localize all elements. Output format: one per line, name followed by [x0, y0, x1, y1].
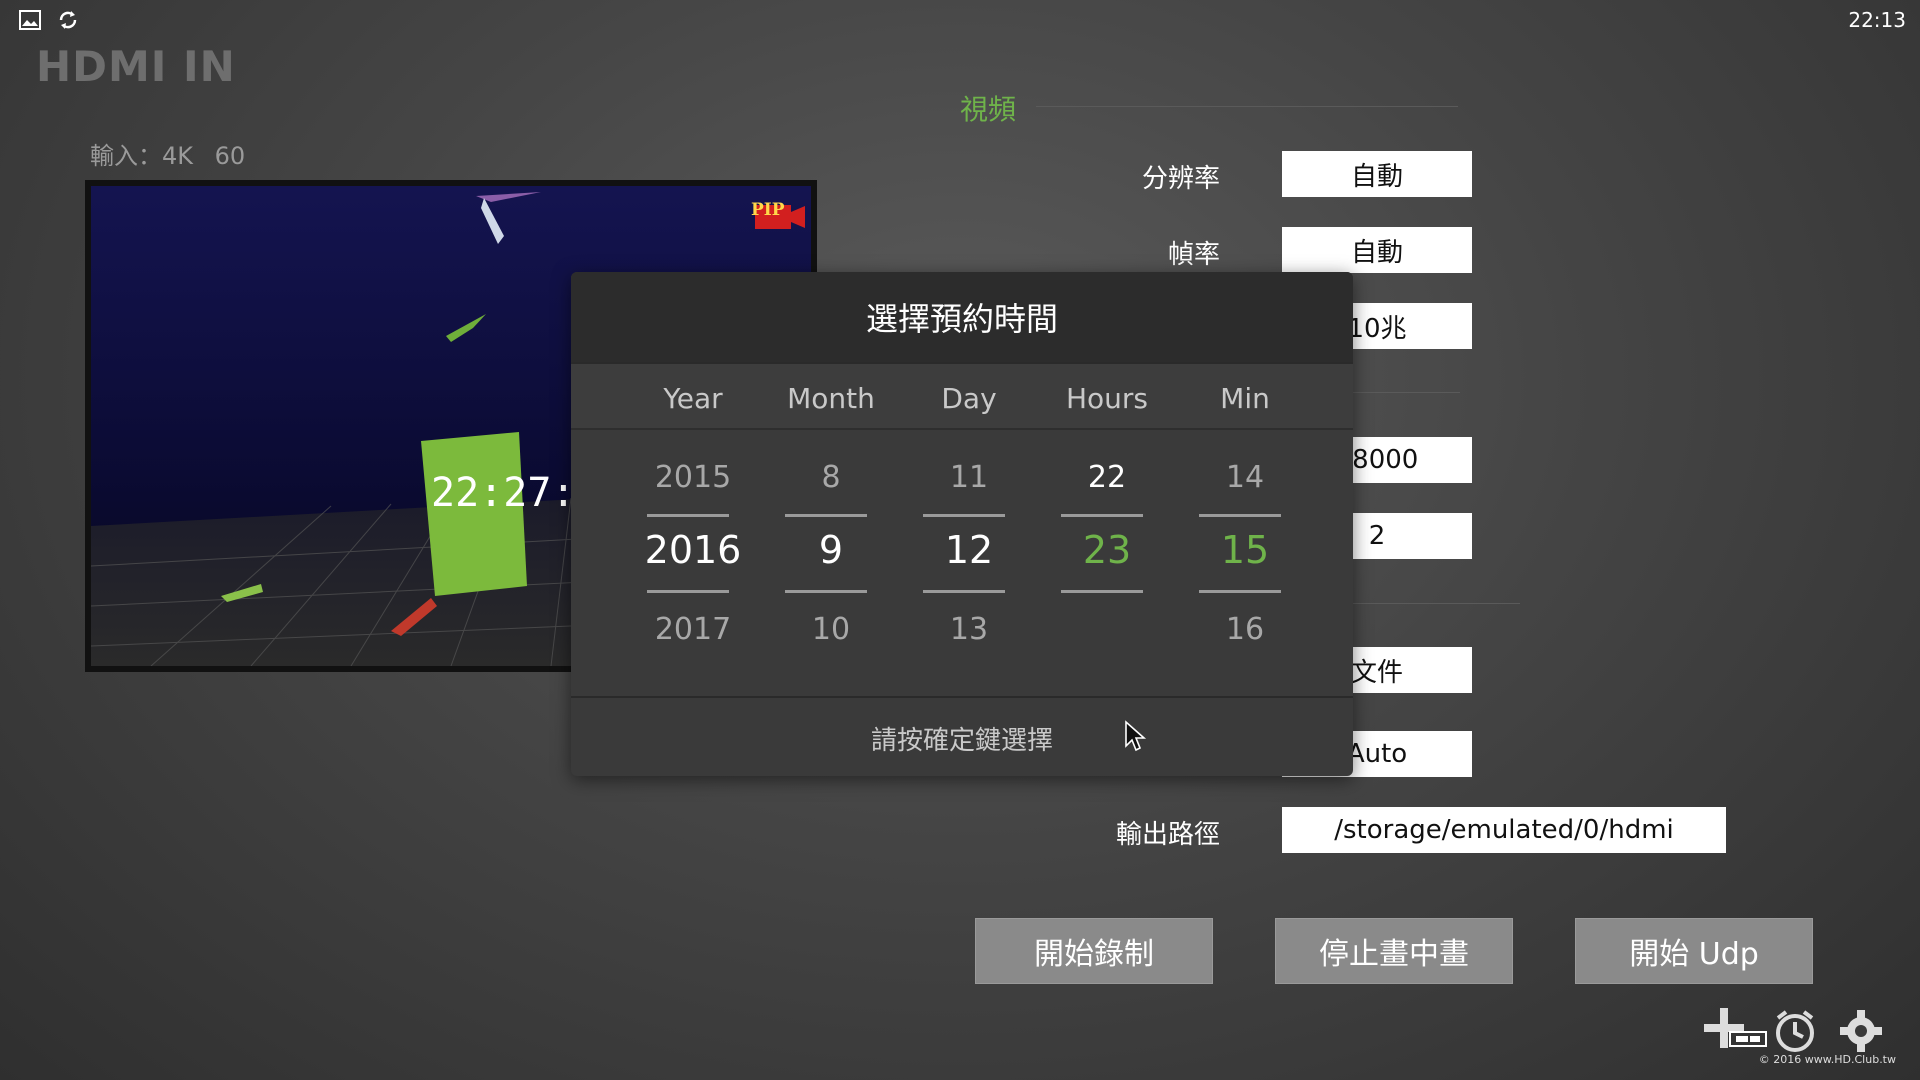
month-current[interactable]: 9 [762, 528, 900, 572]
column-min-header: Min [1220, 382, 1270, 415]
selection-line [1061, 514, 1143, 517]
selection-line [923, 590, 1005, 593]
output-path-label: 輸出路徑 [1115, 820, 1220, 850]
month-next[interactable]: 10 [762, 612, 900, 647]
schedule-time-dialog: 選擇預約時間 Year Month Day Hours Min 2015 201… [571, 272, 1353, 776]
year-wheel[interactable]: 2015 2016 2017 [624, 428, 762, 666]
day-next[interactable]: 13 [900, 612, 1038, 647]
resolution-label: 分辨率 [1141, 164, 1220, 194]
section-divider [1350, 392, 1460, 393]
month-wheel[interactable]: 8 9 10 [762, 428, 900, 666]
resolution-field[interactable]: 自動 [1282, 151, 1472, 197]
year-current[interactable]: 2016 [624, 528, 762, 572]
min-wheel[interactable]: 14 15 16 [1176, 428, 1314, 666]
day-current[interactable]: 12 [900, 528, 1038, 572]
gear-icon[interactable] [1838, 1008, 1884, 1058]
preview-clock-text: 22:27: [431, 470, 576, 516]
column-month-header: Month [787, 382, 875, 415]
dialog-footer-hint: 請按確定鍵選擇 [571, 696, 1353, 776]
selection-line [1199, 590, 1281, 593]
selection-line [785, 590, 867, 593]
hours-wheel[interactable]: 22 23 [1038, 428, 1176, 666]
input-fps: 60 [214, 142, 246, 170]
section-divider [1036, 106, 1458, 107]
column-year-header: Year [663, 382, 723, 415]
sync-icon [56, 8, 80, 32]
selection-line [923, 514, 1005, 517]
pip-badge: PIP [749, 198, 805, 229]
day-wheel[interactable]: 11 12 13 [900, 428, 1038, 666]
selection-line [647, 590, 729, 593]
section-divider [1350, 603, 1520, 604]
frame-rate-label: 幀率 [1167, 240, 1220, 270]
mouse-cursor-icon [1124, 720, 1148, 758]
copyright-watermark: © 2016 www.HD.Club.tw [1758, 1053, 1896, 1066]
min-next[interactable]: 16 [1176, 612, 1314, 647]
output-path-field[interactable]: /storage/emulated/0/hdmi [1282, 807, 1726, 853]
input-resolution: 輸入：4K [90, 142, 194, 170]
status-clock: 22:13 [1848, 8, 1906, 32]
selection-line [647, 514, 729, 517]
hours-prev[interactable]: 22 [1038, 460, 1176, 495]
selection-line [1061, 590, 1143, 593]
min-prev[interactable]: 14 [1176, 460, 1314, 495]
day-prev[interactable]: 11 [900, 460, 1038, 495]
picker-column-headers: Year Month Day Hours Min [571, 362, 1353, 430]
alarm-clock-icon[interactable] [1772, 1008, 1818, 1058]
image-icon [18, 8, 42, 32]
input-info: 輸入：4K 60 [90, 136, 259, 171]
bottom-toolbar [1702, 1000, 1902, 1060]
year-next[interactable]: 2017 [624, 612, 762, 647]
frame-rate-field[interactable]: 自動 [1282, 227, 1472, 273]
video-section-title: 視頻 [960, 93, 1017, 126]
selection-line [1199, 514, 1281, 517]
start-udp-button[interactable]: 開始 Udp [1575, 918, 1813, 984]
column-day-header: Day [941, 382, 997, 415]
month-prev[interactable]: 8 [762, 460, 900, 495]
app-title: HDMI IN [36, 42, 236, 91]
column-hours-header: Hours [1065, 382, 1149, 415]
dialog-title: 選擇預約時間 [571, 272, 1353, 362]
selection-line [785, 514, 867, 517]
hours-current[interactable]: 23 [1038, 528, 1176, 572]
start-record-button[interactable]: 開始錄制 [975, 918, 1213, 984]
pip-label: PIP [751, 200, 785, 220]
datetime-picker: 2015 2016 2017 8 9 10 11 12 13 22 23 14 … [571, 428, 1353, 666]
min-current[interactable]: 15 [1176, 528, 1314, 572]
year-prev[interactable]: 2015 [624, 460, 762, 495]
stop-pip-button[interactable]: 停止畫中畫 [1275, 918, 1513, 984]
